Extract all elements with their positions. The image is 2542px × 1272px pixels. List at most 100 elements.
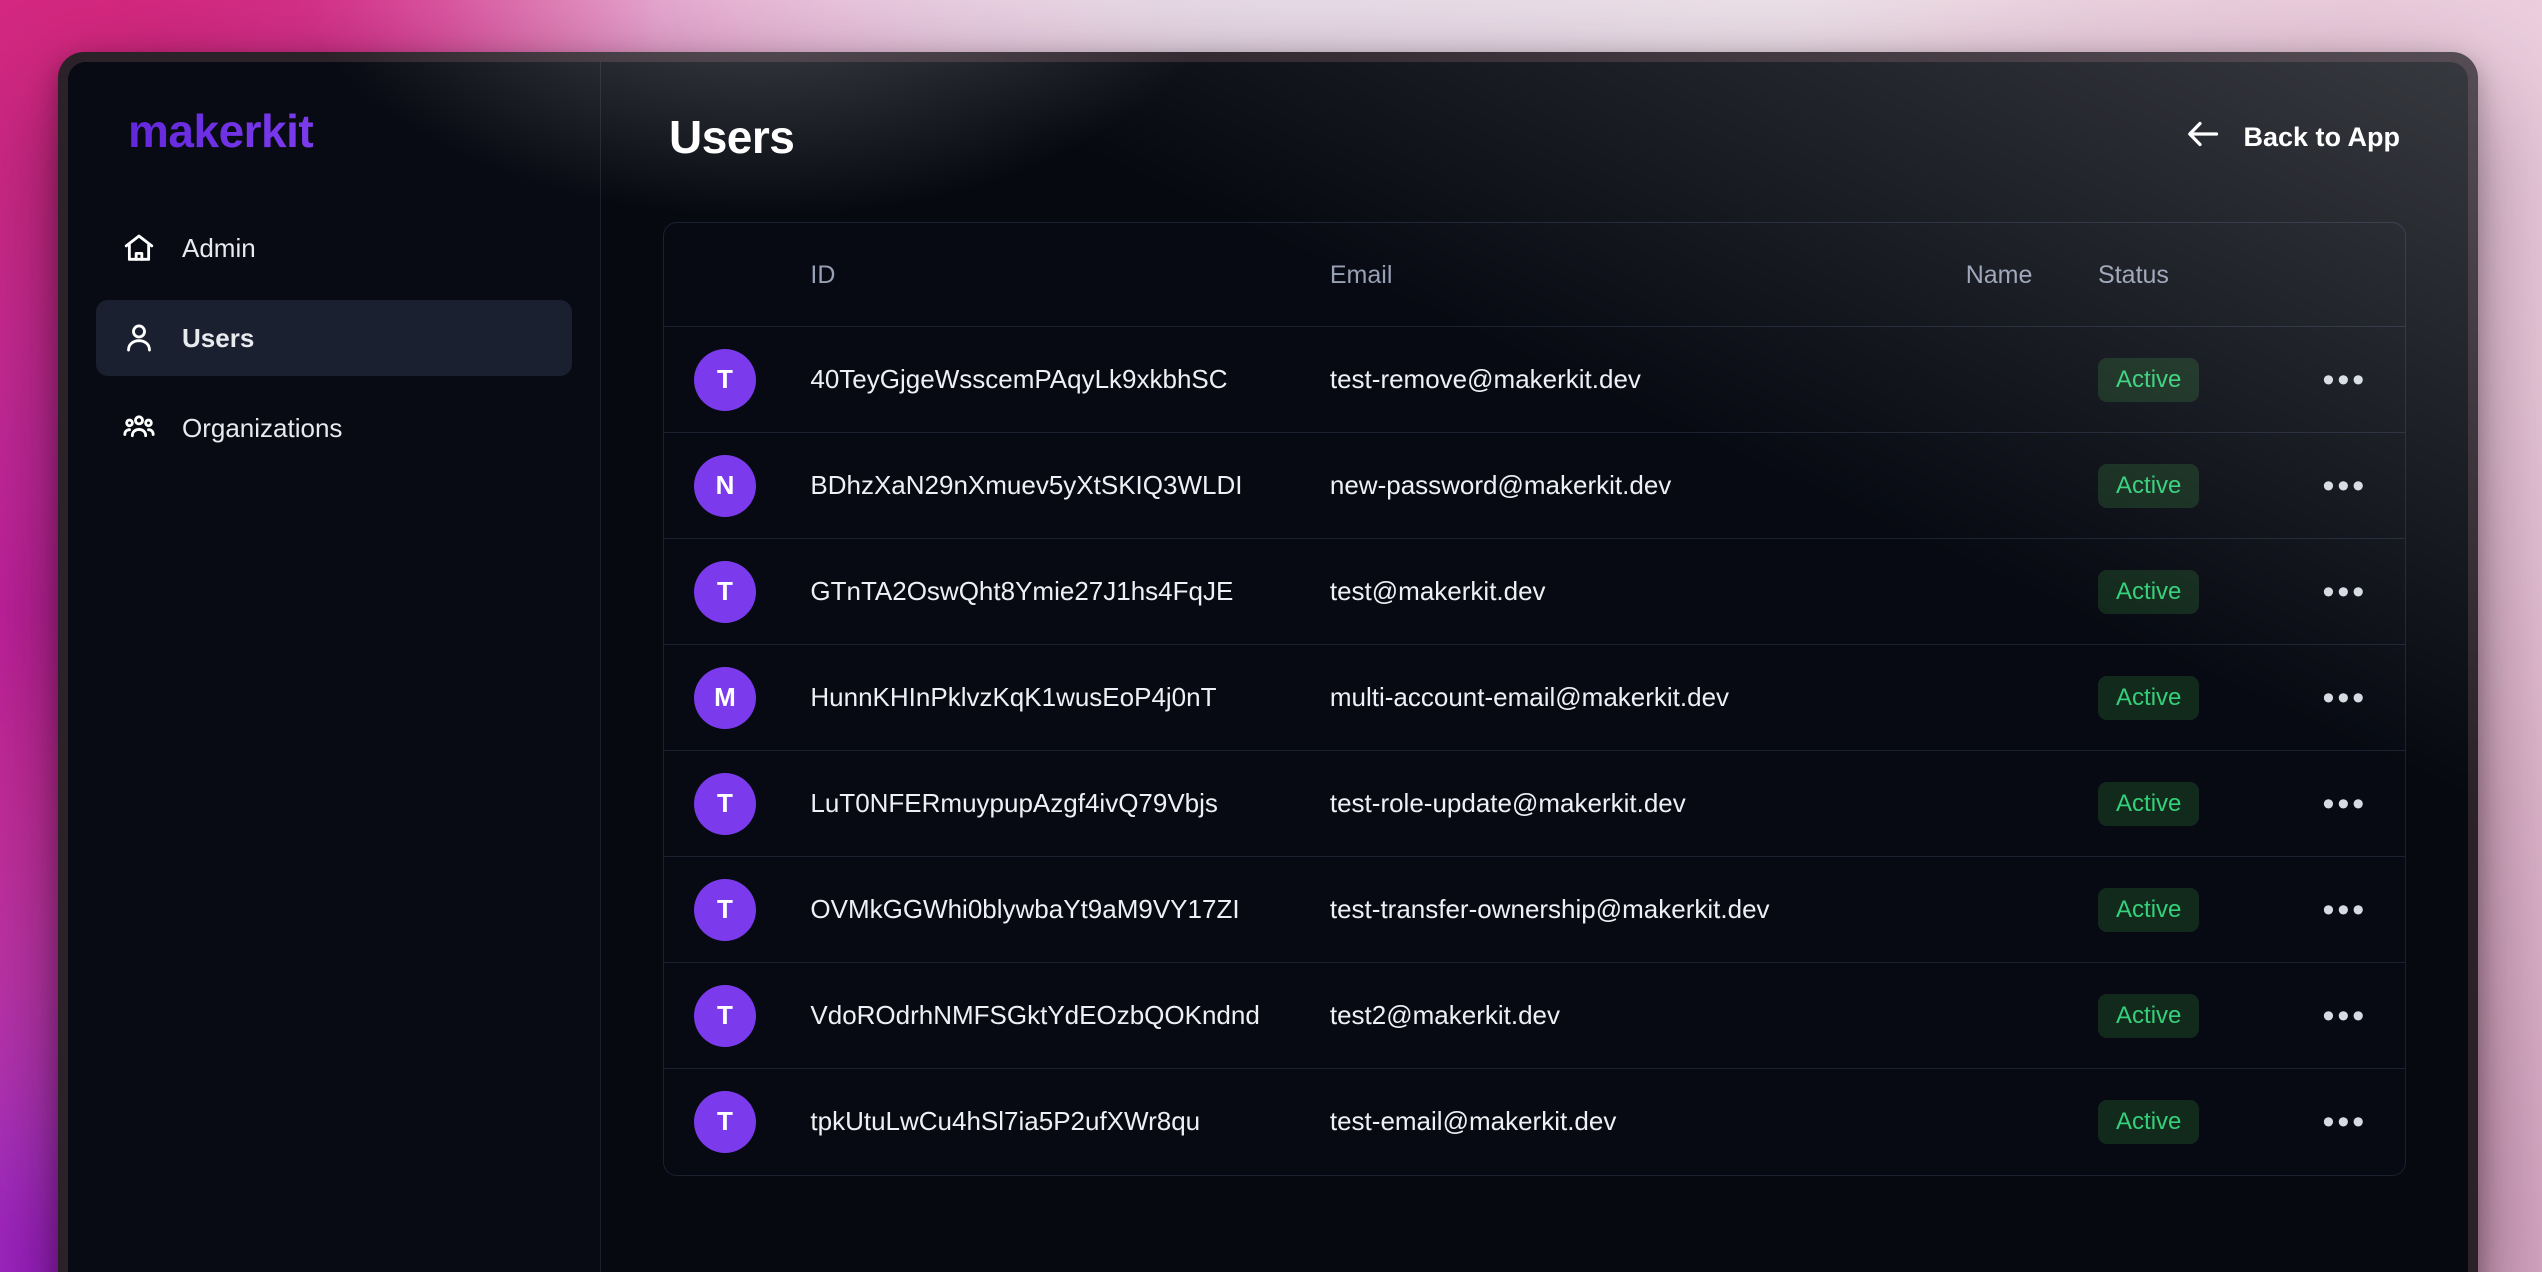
user-id-cell: 40TeyGjgeWsscemPAqyLk9xkbhSC [800, 326, 1322, 433]
avatar: T [694, 878, 756, 941]
avatar: T [694, 984, 756, 1047]
status-badge: Active [2098, 887, 2200, 932]
row-actions-cell: ••• [2284, 326, 2405, 433]
column-header-avatar [664, 223, 801, 327]
row-menu-icon[interactable]: ••• [2285, 999, 2405, 1033]
user-status-cell: Active [2084, 856, 2285, 963]
column-header-id[interactable]: ID [800, 223, 1322, 327]
user-email-cell: multi-account-email@makerkit.dev [1321, 644, 1964, 751]
column-header-email[interactable]: Email [1321, 223, 1964, 327]
arrow-left-icon [2185, 119, 2221, 156]
user-email-cell: test2@makerkit.dev [1321, 962, 1964, 1069]
row-actions-cell: ••• [2284, 644, 2405, 751]
users-table: ID Email Name Status T 40TeyGjgeWsscemPAq… [664, 223, 2405, 1175]
row-actions-cell: ••• [2284, 538, 2405, 645]
table-row[interactable]: M HunnKHInPklvzKqK1wusEoP4j0nT multi-accou… [664, 644, 2405, 751]
sidebar-item-organizations[interactable]: Organizations [96, 390, 572, 466]
user-avatar-cell: N [664, 432, 801, 539]
user-email-cell: test-remove@makerkit.dev [1321, 326, 1964, 433]
user-email-cell: test-transfer-ownership@makerkit.dev [1321, 856, 1964, 963]
browser-window: makerkit Admin Users Organizations Users… [58, 52, 2478, 1272]
user-name-cell [1963, 856, 2085, 963]
status-badge: Active [2098, 569, 2200, 614]
row-menu-icon[interactable]: ••• [2285, 363, 2405, 397]
user-id-cell: VdoROdrhNMFSGktYdEOzbQOKndnd [800, 962, 1322, 1069]
row-menu-icon[interactable]: ••• [2285, 1105, 2405, 1139]
user-avatar-cell: T [664, 538, 801, 645]
avatar: T [694, 1090, 756, 1153]
avatar: N [694, 454, 756, 517]
user-id-cell: LuT0NFERmuypupAzgf4ivQ79Vbjs [800, 750, 1322, 857]
column-header-status[interactable]: Status [2084, 223, 2285, 327]
row-menu-icon[interactable]: ••• [2285, 469, 2405, 503]
table-row[interactable]: N BDhzXaN29nXmuev5yXtSKIQ3WLDI new-passwor… [664, 432, 2405, 539]
column-header-name[interactable]: Name [1963, 223, 2085, 327]
status-badge: Active [2098, 675, 2200, 720]
sidebar-item-admin[interactable]: Admin [96, 210, 572, 286]
table-row[interactable]: T OVMkGGWhi0blywbaYt9aM9VY17ZI test-transf… [664, 856, 2405, 963]
avatar: M [694, 666, 756, 729]
status-badge: Active [2098, 357, 2200, 402]
user-id-cell: HunnKHInPklvzKqK1wusEoP4j0nT [800, 644, 1322, 751]
row-actions-cell: ••• [2284, 856, 2405, 963]
status-badge: Active [2098, 463, 2200, 508]
app-logo[interactable]: makerkit [68, 108, 600, 154]
table-row[interactable]: T 40TeyGjgeWsscemPAqyLk9xkbhSC test-remove… [664, 326, 2405, 433]
user-status-cell: Active [2084, 538, 2285, 645]
row-actions-cell: ••• [2285, 1069, 2405, 1175]
row-menu-icon[interactable]: ••• [2285, 787, 2405, 821]
row-menu-icon[interactable]: ••• [2285, 893, 2405, 927]
desktop-wallpaper: makerkit Admin Users Organizations Users… [0, 0, 2542, 1272]
table-row[interactable]: TtpkUtuLwCu4hSl7ia5P2ufXWr8qu test-email@… [664, 1069, 2405, 1175]
user-name-cell [1963, 962, 2085, 1069]
table-row[interactable]: T GTnTA2OswQht8Ymie27J1hs4FqJE test@makerk… [664, 538, 2405, 645]
row-actions-cell: ••• [2284, 750, 2405, 857]
user-email-cell: test-email@makerkit.dev [1329, 1106, 1617, 1137]
user-status-cell: Active [2084, 326, 2285, 433]
status-badge: Active [2098, 993, 2200, 1038]
user-name-cell [1963, 538, 2085, 645]
sidebar: makerkit Admin Users Organizations [68, 62, 601, 1272]
user-name-cell [1964, 1069, 2084, 1175]
sidebar-item-label: Organizations [182, 412, 343, 443]
users-table-head: ID Email Name Status [664, 223, 2405, 327]
user-name-cell [1963, 750, 2085, 857]
home-icon [122, 231, 156, 265]
user-email-cell: test@makerkit.dev [1321, 538, 1964, 645]
page-title: Users [669, 111, 795, 163]
user-avatar-cell: T [664, 326, 801, 433]
status-badge: Active [2098, 1099, 2200, 1144]
back-to-app-button[interactable]: Back to App [2185, 119, 2400, 156]
table-row[interactable]: T VdoROdrhNMFSGktYdEOzbQOKndnd test2@maker… [664, 962, 2405, 1069]
status-badge: Active [2098, 781, 2200, 826]
user-avatar-cell: T [664, 1069, 800, 1175]
user-id-cell: BDhzXaN29nXmuev5yXtSKIQ3WLDI [800, 432, 1322, 539]
user-id-cell: tpkUtuLwCu4hSl7ia5P2ufXWr8qu [810, 1106, 1201, 1137]
user-avatar-cell: T [664, 962, 801, 1069]
user-email-cell: test-role-update@makerkit.dev [1321, 750, 1964, 857]
user-status-cell: Active [2084, 644, 2285, 751]
user-id-cell: OVMkGGWhi0blywbaYt9aM9VY17ZI [800, 856, 1322, 963]
avatar: T [694, 560, 756, 623]
back-to-app-label: Back to App [2243, 121, 2400, 152]
user-name-cell [1963, 644, 2085, 751]
user-avatar-cell: T [664, 750, 801, 857]
table-header-row: ID Email Name Status [664, 223, 2405, 327]
user-id-cell: GTnTA2OswQht8Ymie27J1hs4FqJE [800, 538, 1322, 645]
sidebar-item-label: Admin [182, 232, 256, 263]
user-status-cell: Active [2084, 432, 2285, 539]
row-actions-cell: ••• [2284, 962, 2405, 1069]
page-header: Users Back to App [663, 110, 2406, 164]
user-status-cell: Active [2084, 962, 2285, 1069]
user-icon [122, 321, 156, 355]
user-status-cell: Active [2084, 750, 2285, 857]
row-menu-icon[interactable]: ••• [2285, 575, 2405, 609]
table-row[interactable]: T LuT0NFERmuypupAzgf4ivQ79Vbjs test-role-u… [664, 750, 2405, 857]
users-group-icon [122, 411, 156, 445]
user-avatar-cell: T [664, 856, 801, 963]
sidebar-nav: Admin Users Organizations [68, 210, 600, 466]
sidebar-item-users[interactable]: Users [96, 300, 572, 376]
avatar: T [694, 772, 756, 835]
row-menu-icon[interactable]: ••• [2285, 681, 2405, 715]
sidebar-item-label: Users [182, 322, 255, 353]
